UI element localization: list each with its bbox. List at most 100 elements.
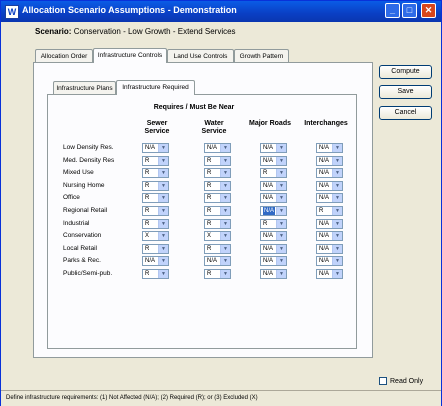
requirement-dropdown[interactable]: N/A ▼ (260, 193, 287, 203)
chevron-down-icon[interactable]: ▼ (158, 169, 168, 177)
tab-infrastructure-plans[interactable]: Infrastructure Plans (53, 81, 116, 95)
requirement-dropdown[interactable]: R ▼ (260, 168, 287, 178)
requirement-dropdown[interactable]: N/A ▼ (204, 256, 231, 266)
requirement-dropdown[interactable]: N/A ▼ (316, 244, 343, 254)
requirement-dropdown[interactable]: N/A ▼ (316, 143, 343, 153)
tab-infrastructure-required[interactable]: Infrastructure Required (116, 80, 195, 95)
checkbox-box[interactable] (379, 377, 387, 385)
chevron-down-icon[interactable]: ▼ (276, 245, 286, 253)
chevron-down-icon[interactable]: ▼ (220, 270, 230, 278)
chevron-down-icon[interactable]: ▼ (332, 232, 342, 240)
chevron-down-icon[interactable]: ▼ (158, 220, 168, 228)
chevron-down-icon[interactable]: ▼ (332, 220, 342, 228)
chevron-down-icon[interactable]: ▼ (332, 144, 342, 152)
chevron-down-icon[interactable]: ▼ (276, 257, 286, 265)
chevron-down-icon[interactable]: ▼ (158, 194, 168, 202)
chevron-down-icon[interactable]: ▼ (158, 257, 168, 265)
chevron-down-icon[interactable]: ▼ (220, 144, 230, 152)
chevron-down-icon[interactable]: ▼ (220, 182, 230, 190)
chevron-down-icon[interactable]: ▼ (220, 220, 230, 228)
requirement-dropdown[interactable]: N/A ▼ (316, 219, 343, 229)
chevron-down-icon[interactable]: ▼ (276, 220, 286, 228)
requirement-dropdown[interactable]: N/A ▼ (316, 181, 343, 191)
requirement-dropdown[interactable]: X ▼ (142, 231, 169, 241)
chevron-down-icon[interactable]: ▼ (220, 257, 230, 265)
chevron-down-icon[interactable]: ▼ (220, 169, 230, 177)
chevron-down-icon[interactable]: ▼ (158, 144, 168, 152)
tab-growth-pattern[interactable]: Growth Pattern (234, 49, 289, 63)
requirement-dropdown[interactable]: N/A ▼ (316, 156, 343, 166)
requirement-dropdown[interactable]: R ▼ (204, 219, 231, 229)
requirement-dropdown[interactable]: R ▼ (204, 193, 231, 203)
requirement-dropdown[interactable]: N/A ▼ (204, 143, 231, 153)
maximize-icon[interactable]: □ (402, 3, 417, 18)
requirement-dropdown[interactable]: R ▼ (142, 219, 169, 229)
requirement-dropdown[interactable]: R ▼ (142, 181, 169, 191)
chevron-down-icon[interactable]: ▼ (332, 169, 342, 177)
chevron-down-icon[interactable]: ▼ (158, 207, 168, 215)
chevron-down-icon[interactable]: ▼ (158, 157, 168, 165)
requirement-dropdown[interactable]: N/A ▼ (260, 206, 287, 216)
chevron-down-icon[interactable]: ▼ (276, 232, 286, 240)
compute-button[interactable]: Compute (379, 65, 432, 79)
requirement-dropdown[interactable]: N/A ▼ (316, 168, 343, 178)
requirement-dropdown[interactable]: N/A ▼ (142, 256, 169, 266)
requirement-dropdown[interactable]: R ▼ (260, 219, 287, 229)
requirement-dropdown[interactable]: R ▼ (204, 156, 231, 166)
tab-infrastructure-controls[interactable]: Infrastructure Controls (93, 48, 167, 63)
chevron-down-icon[interactable]: ▼ (158, 182, 168, 190)
requirement-dropdown[interactable]: N/A ▼ (260, 156, 287, 166)
requirement-dropdown[interactable]: N/A ▼ (316, 193, 343, 203)
requirement-dropdown[interactable]: R ▼ (142, 206, 169, 216)
chevron-down-icon[interactable]: ▼ (332, 257, 342, 265)
requirement-dropdown[interactable]: R ▼ (204, 244, 231, 254)
chevron-down-icon[interactable]: ▼ (332, 157, 342, 165)
requirement-dropdown[interactable]: R ▼ (142, 168, 169, 178)
requirement-dropdown[interactable]: R ▼ (142, 193, 169, 203)
requirement-dropdown[interactable]: N/A ▼ (260, 269, 287, 279)
requirement-dropdown[interactable]: N/A ▼ (142, 143, 169, 153)
chevron-down-icon[interactable]: ▼ (332, 194, 342, 202)
read-only-checkbox[interactable]: Read Only (379, 377, 423, 385)
chevron-down-icon[interactable]: ▼ (220, 207, 230, 215)
chevron-down-icon[interactable]: ▼ (276, 144, 286, 152)
requirement-dropdown[interactable]: N/A ▼ (260, 244, 287, 254)
requirement-dropdown[interactable]: N/A ▼ (260, 256, 287, 266)
requirement-dropdown[interactable]: R ▼ (204, 206, 231, 216)
requirement-dropdown[interactable]: R ▼ (142, 269, 169, 279)
chevron-down-icon[interactable]: ▼ (332, 270, 342, 278)
chevron-down-icon[interactable]: ▼ (332, 207, 342, 215)
requirement-dropdown[interactable]: X ▼ (204, 231, 231, 241)
chevron-down-icon[interactable]: ▼ (332, 182, 342, 190)
chevron-down-icon[interactable]: ▼ (332, 245, 342, 253)
chevron-down-icon[interactable]: ▼ (158, 245, 168, 253)
chevron-down-icon[interactable]: ▼ (276, 270, 286, 278)
minimize-icon[interactable]: _ (385, 3, 400, 18)
chevron-down-icon[interactable]: ▼ (220, 194, 230, 202)
chevron-down-icon[interactable]: ▼ (276, 194, 286, 202)
requirement-dropdown[interactable]: N/A ▼ (316, 269, 343, 279)
requirement-dropdown[interactable]: N/A ▼ (316, 256, 343, 266)
chevron-down-icon[interactable]: ▼ (276, 207, 286, 215)
requirement-dropdown[interactable]: N/A ▼ (260, 231, 287, 241)
requirement-dropdown[interactable]: R ▼ (204, 269, 231, 279)
chevron-down-icon[interactable]: ▼ (220, 245, 230, 253)
chevron-down-icon[interactable]: ▼ (276, 182, 286, 190)
tab-allocation-order[interactable]: Allocation Order (35, 49, 93, 63)
tab-land-use-controls[interactable]: Land Use Controls (167, 49, 234, 63)
requirement-dropdown[interactable]: N/A ▼ (316, 231, 343, 241)
requirement-dropdown[interactable]: R ▼ (204, 181, 231, 191)
requirement-dropdown[interactable]: R ▼ (316, 206, 343, 216)
requirement-dropdown[interactable]: R ▼ (142, 244, 169, 254)
title-bar[interactable]: W Allocation Scenario Assumptions - Demo… (1, 1, 441, 22)
close-icon[interactable]: ✕ (421, 3, 436, 18)
chevron-down-icon[interactable]: ▼ (220, 232, 230, 240)
chevron-down-icon[interactable]: ▼ (158, 270, 168, 278)
requirement-dropdown[interactable]: N/A ▼ (260, 181, 287, 191)
chevron-down-icon[interactable]: ▼ (158, 232, 168, 240)
chevron-down-icon[interactable]: ▼ (276, 157, 286, 165)
requirement-dropdown[interactable]: N/A ▼ (260, 143, 287, 153)
save-button[interactable]: Save (379, 85, 432, 99)
cancel-button[interactable]: Cancel (379, 106, 432, 120)
chevron-down-icon[interactable]: ▼ (220, 157, 230, 165)
